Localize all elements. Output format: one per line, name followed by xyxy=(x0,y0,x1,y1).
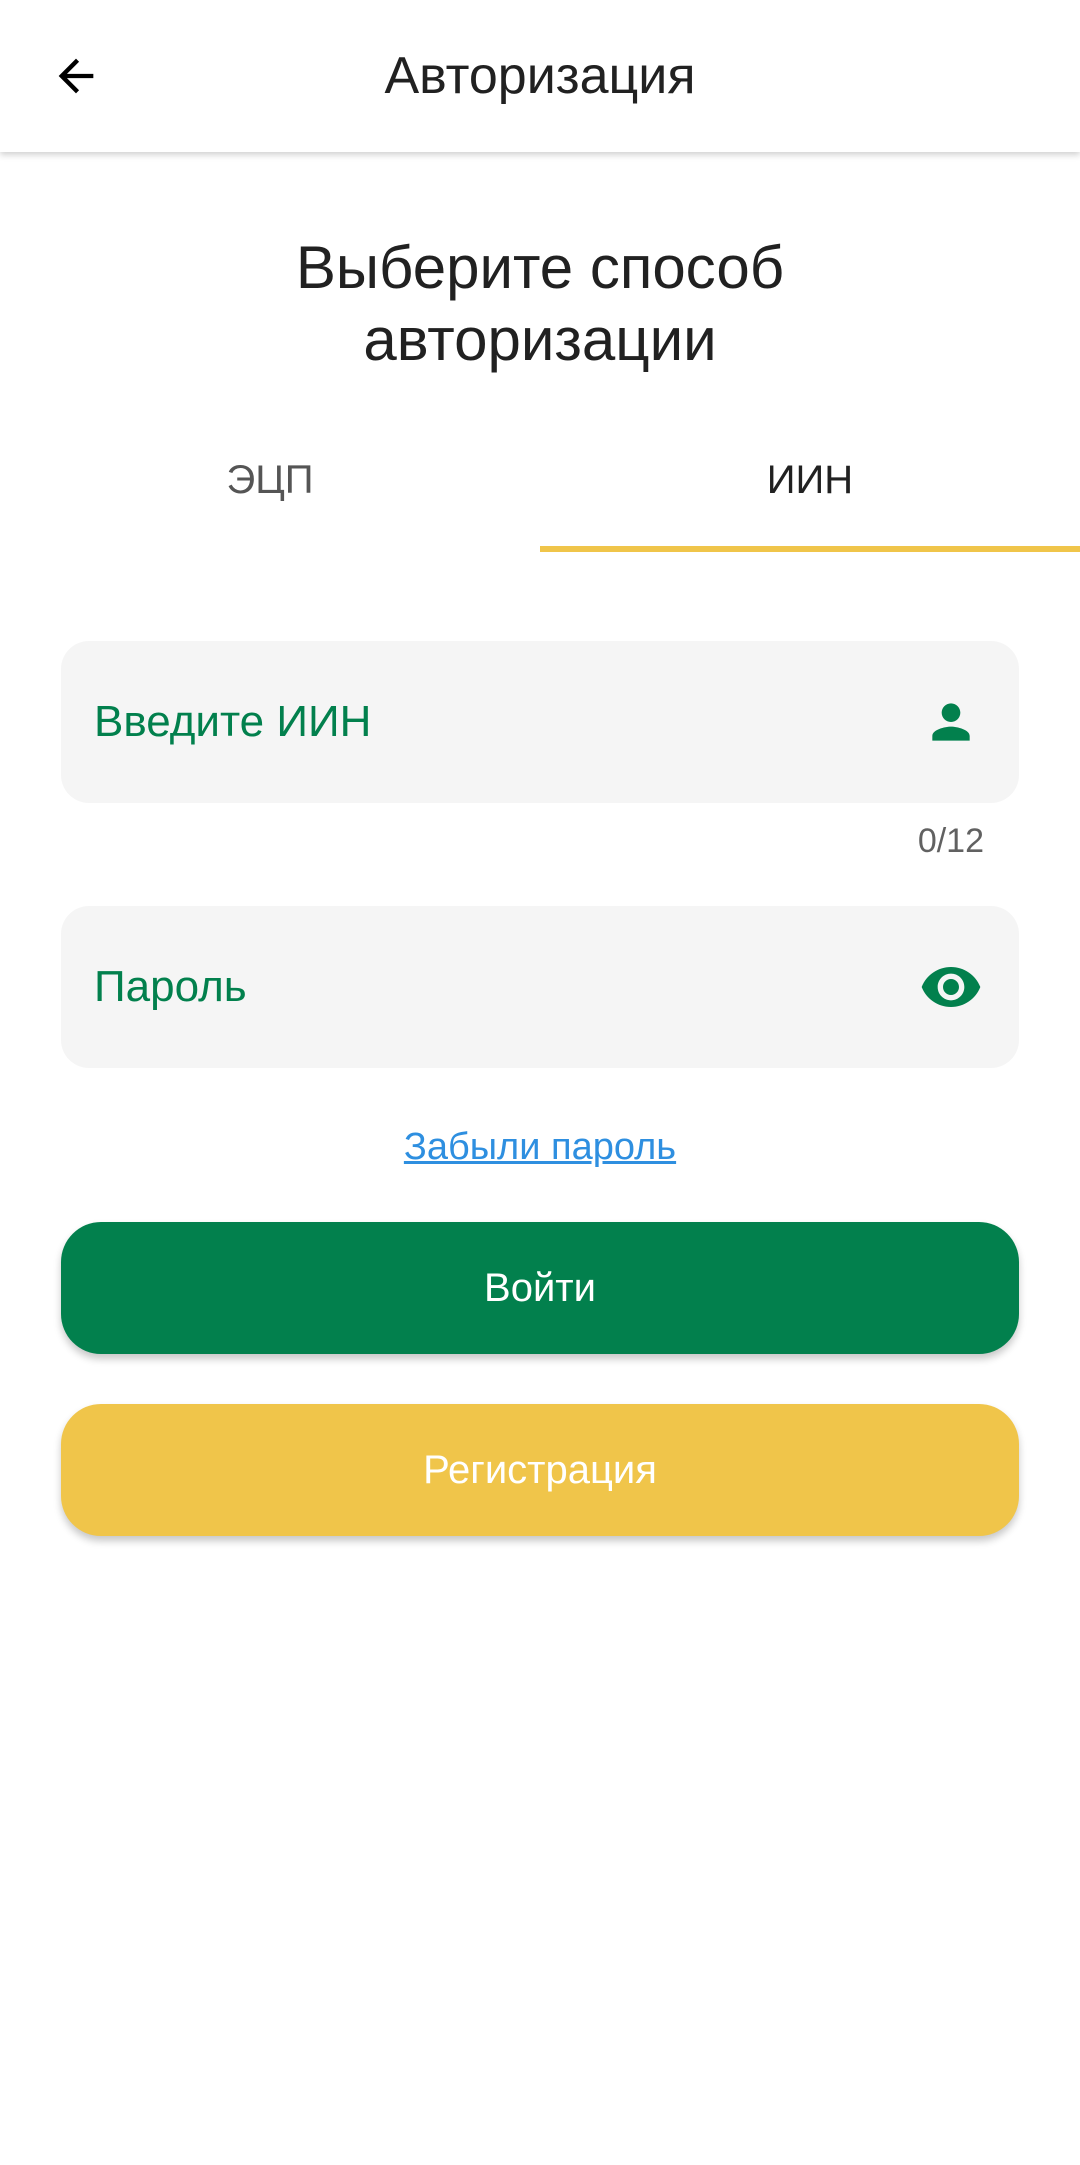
eye-icon[interactable] xyxy=(919,955,983,1019)
iin-field[interactable] xyxy=(61,641,1019,803)
tab-ecp[interactable]: ЭЦП xyxy=(0,420,540,552)
heading-line-1: Выберите способ xyxy=(295,234,785,301)
password-field[interactable] xyxy=(61,906,1019,1068)
register-button[interactable]: Регистрация xyxy=(61,1404,1019,1536)
app-bar: Авторизация xyxy=(0,0,1080,152)
arrow-left-icon xyxy=(58,58,94,94)
heading-line-2: авторизации xyxy=(363,306,717,373)
auth-method-heading: Выберите способ авторизации xyxy=(0,232,1080,376)
person-icon xyxy=(919,690,983,754)
login-button[interactable]: Войти xyxy=(61,1222,1019,1354)
back-button[interactable] xyxy=(36,36,116,116)
iin-input[interactable] xyxy=(94,697,919,747)
iin-char-counter: 0/12 xyxy=(917,822,984,860)
page-title: Авторизация xyxy=(384,47,696,105)
auth-method-tabs: ЭЦП ИИН xyxy=(0,420,1080,552)
forgot-password-link[interactable]: Забыли пароль xyxy=(0,1126,1080,1169)
password-input[interactable] xyxy=(94,962,919,1012)
tab-iin[interactable]: ИИН xyxy=(540,420,1080,552)
